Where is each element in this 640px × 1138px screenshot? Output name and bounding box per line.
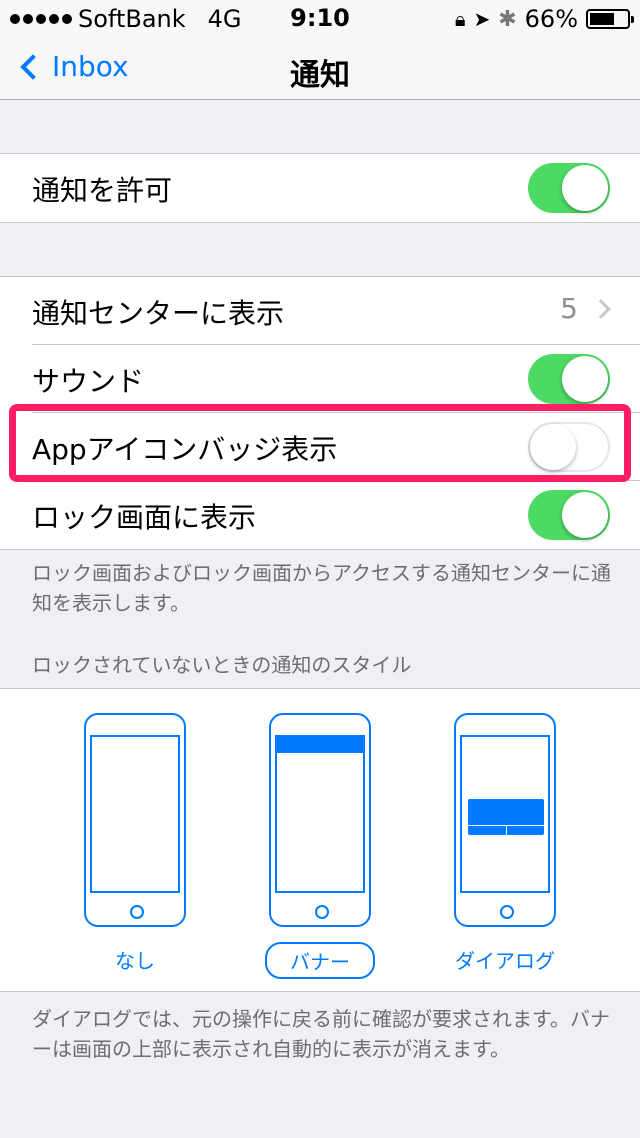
- allow-notifications-label: 通知を許可: [32, 174, 173, 207]
- rotation-lock-icon: 🔒︎: [454, 7, 466, 31]
- style-alert-phone-icon[interactable]: [454, 713, 556, 927]
- allow-notifications-group: 通知を許可: [0, 153, 640, 223]
- notification-center-row[interactable]: 通知センターに表示 5: [0, 277, 640, 345]
- bluetooth-icon: ✱: [498, 6, 517, 32]
- status-icons: 🔒︎ ➤ ✱ 66%: [454, 5, 634, 33]
- badge-label: Appアイコンバッジ表示: [32, 433, 338, 466]
- style-none-phone-icon[interactable]: [84, 713, 186, 927]
- lock-screen-toggle[interactable]: [528, 490, 610, 540]
- style-alert-label[interactable]: ダイアログ: [445, 945, 565, 974]
- lock-screen-row: ロック画面に表示: [0, 481, 640, 549]
- style-footnote: ダイアログでは、元の操作に戻る前に確認が要求されます。バナーは画面の上部に表示さ…: [32, 1007, 610, 1061]
- navigation-bar: Inbox 通知: [0, 36, 640, 100]
- battery-icon: [586, 9, 634, 29]
- badge-toggle[interactable]: [528, 422, 610, 472]
- allow-notifications-toggle[interactable]: [528, 163, 610, 213]
- sound-row: サウンド: [0, 345, 640, 413]
- lock-screen-label: ロック画面に表示: [32, 501, 257, 534]
- sound-toggle[interactable]: [528, 354, 610, 404]
- location-icon: ➤: [473, 7, 491, 31]
- style-banner-label[interactable]: バナー: [265, 942, 375, 979]
- style-section-header: ロックされていないときの通知のスタイル: [32, 653, 412, 677]
- sound-label: サウンド: [32, 365, 145, 398]
- alert-style-picker: なし バナー ダイアログ: [0, 688, 640, 992]
- allow-notifications-row: 通知を許可: [0, 154, 640, 222]
- chevron-right-icon: [591, 298, 611, 319]
- style-banner-phone-icon[interactable]: [269, 713, 371, 927]
- lock-screen-footnote: ロック画面およびロック画面からアクセスする通知センターに通知を表示します。: [32, 561, 611, 615]
- page-title: 通知: [290, 58, 350, 93]
- status-bar: SoftBank 4G 9:10 🔒︎ ➤ ✱ 66%: [0, 0, 640, 36]
- style-none-label[interactable]: なし: [85, 945, 185, 974]
- notification-center-count: 5: [560, 292, 578, 325]
- badge-row: Appアイコンバッジ表示: [0, 413, 640, 481]
- notification-center-detail: 5: [560, 292, 611, 325]
- notification-settings-group: 通知センターに表示 5 サウンド Appアイコンバッジ表示 ロック画面に表示: [0, 276, 640, 550]
- notification-center-label: 通知センターに表示: [32, 297, 285, 330]
- battery-percent: 66%: [524, 5, 578, 33]
